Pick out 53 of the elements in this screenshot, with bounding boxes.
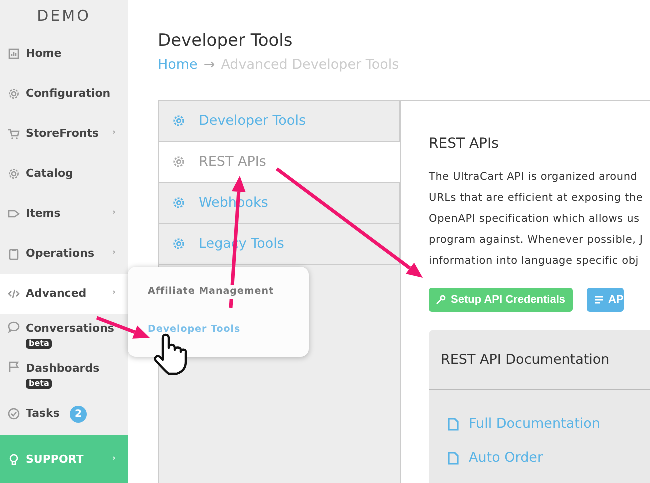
sidebar-item[interactable]: Advanced ›: [0, 274, 128, 314]
gear-icon: [173, 115, 185, 128]
gear-icon: [8, 88, 20, 100]
gear-icon: [173, 238, 185, 250]
doc-link[interactable]: Auto Order: [429, 441, 650, 476]
count-badge: 2: [70, 406, 87, 422]
submenu-item[interactable]: Developer Tools: [148, 323, 289, 338]
chevron-icon: ›: [112, 247, 116, 261]
page-title: Developer Tools: [158, 30, 294, 52]
chart-icon: [8, 48, 20, 60]
cart-icon: [8, 128, 20, 140]
check-circle-icon: [8, 408, 20, 420]
gear-icon: [173, 197, 185, 210]
action-button[interactable]: AP: [586, 288, 624, 312]
section-heading: REST APIs: [429, 135, 500, 154]
sidebar-item[interactable]: StoreFronts ›: [0, 114, 128, 154]
breadcrumb-separator: →: [204, 57, 216, 73]
code-icon: [8, 288, 20, 300]
tab[interactable]: REST APIs: [159, 142, 401, 184]
sidebar-item[interactable]: Home: [0, 34, 128, 74]
card-title: REST API Documentation: [429, 330, 650, 390]
sidebar-item[interactable]: Catalog: [0, 154, 128, 194]
speech-bubble-icon: [8, 321, 20, 333]
beta-badge: beta: [26, 338, 52, 348]
tab[interactable]: Developer Tools: [159, 101, 400, 142]
sidebar-item[interactable]: Tasks 2: [0, 394, 128, 434]
document-icon: [448, 418, 459, 431]
item-label: Conversations: [26, 321, 114, 337]
chevron-icon: ›: [112, 207, 116, 221]
action-button[interactable]: Setup API Credentials: [429, 288, 573, 312]
clipboard-icon: [8, 248, 20, 260]
doc-link[interactable]: Full Documentation: [429, 407, 650, 442]
gear-icon: [8, 168, 20, 180]
logo-text: DEMO: [36, 6, 92, 27]
flag-icon: [8, 361, 20, 373]
sidebar-item[interactable]: Operations ›: [0, 234, 128, 274]
chevron-icon: ›: [112, 287, 116, 301]
chevron-icon: ›: [112, 453, 116, 467]
breadcrumb-link[interactable]: Home: [158, 57, 198, 73]
support-button[interactable]: SUPPORT ›: [0, 435, 128, 483]
chevron-icon: ›: [112, 127, 116, 141]
beta-badge: beta: [26, 378, 52, 388]
document-icon: [448, 452, 459, 465]
gear-icon: [173, 156, 185, 168]
lightbulb-icon: [8, 454, 20, 466]
list-icon: [594, 295, 604, 306]
sidebar-item[interactable]: Configuration: [0, 74, 128, 114]
sidebar-item[interactable]: Items ›: [0, 194, 128, 234]
submenu-item[interactable]: Affiliate Management: [148, 285, 274, 300]
tag-icon: [8, 208, 20, 220]
description-text: The UltraCart API is organized around URLs that are efficient at exposing the OpenAPI specification which allows us program against. Whenever possible, J information into language specific obj: [429, 170, 644, 270]
item-label: Dashboards: [26, 361, 100, 377]
key-icon: [436, 295, 446, 306]
